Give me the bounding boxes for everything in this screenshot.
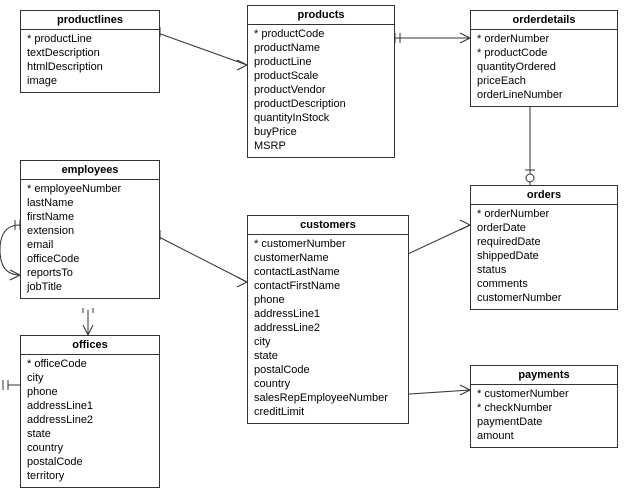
field-customers-contactLastName: contactLastName: [254, 265, 402, 279]
field-employees-employeeNumber: * employeeNumber: [27, 182, 153, 196]
entity-employees-header: employees: [21, 161, 159, 180]
field-offices-addressLine1: addressLine1: [27, 399, 153, 413]
erd-diagram: productlines * productLine textDescripti…: [0, 0, 626, 500]
field-payments-amount: amount: [477, 429, 611, 443]
field-employees-reportsTo: reportsTo: [27, 266, 153, 280]
field-customers-addressLine2: addressLine2: [254, 321, 402, 335]
field-payments-customerNumber: * customerNumber: [477, 387, 611, 401]
field-employees-firstName: firstName: [27, 210, 153, 224]
field-products-productName: productName: [254, 41, 388, 55]
field-offices-postalCode: postalCode: [27, 455, 153, 469]
field-products-productLine: productLine: [254, 55, 388, 69]
field-products-productCode: * productCode: [254, 27, 388, 41]
field-offices-country: country: [27, 441, 153, 455]
field-offices-territory: territory: [27, 469, 153, 483]
field-orderdetails-priceEach: priceEach: [477, 74, 611, 88]
entity-productlines-header: productlines: [21, 11, 159, 30]
entity-payments-body: * customerNumber * checkNumber paymentDa…: [471, 385, 617, 447]
field-orders-customerNumber: customerNumber: [477, 291, 611, 305]
entity-offices-body: * officeCode city phone addressLine1 add…: [21, 355, 159, 487]
entity-productlines-body: * productLine textDescription htmlDescri…: [21, 30, 159, 92]
entity-orders-header: orders: [471, 186, 617, 205]
field-orders-requiredDate: requiredDate: [477, 235, 611, 249]
field-customers-salesRepEmployeeNumber: salesRepEmployeeNumber: [254, 391, 402, 405]
field-employees-lastName: lastName: [27, 196, 153, 210]
field-customers-country: country: [254, 377, 402, 391]
entity-orderdetails: orderdetails * orderNumber * productCode…: [470, 10, 618, 107]
entity-orders: orders * orderNumber orderDate requiredD…: [470, 185, 618, 310]
entity-products-body: * productCode productName productLine pr…: [248, 25, 394, 157]
field-offices-addressLine2: addressLine2: [27, 413, 153, 427]
field-customers-state: state: [254, 349, 402, 363]
field-offices-phone: phone: [27, 385, 153, 399]
field-orders-orderDate: orderDate: [477, 221, 611, 235]
entity-employees-body: * employeeNumber lastName firstName exte…: [21, 180, 159, 298]
field-employees-email: email: [27, 238, 153, 252]
field-employees-officeCode: officeCode: [27, 252, 153, 266]
field-productline-image: image: [27, 74, 153, 88]
field-customers-customerName: customerName: [254, 251, 402, 265]
field-orderdetails-orderLineNumber: orderLineNumber: [477, 88, 611, 102]
field-orders-orderNumber: * orderNumber: [477, 207, 611, 221]
field-orders-status: status: [477, 263, 611, 277]
entity-productlines: productlines * productLine textDescripti…: [20, 10, 160, 93]
field-customers-creditLimit: creditLimit: [254, 405, 402, 419]
entity-products-header: products: [248, 6, 394, 25]
entity-offices: offices * officeCode city phone addressL…: [20, 335, 160, 488]
field-payments-paymentDate: paymentDate: [477, 415, 611, 429]
field-products-quantityInStock: quantityInStock: [254, 111, 388, 125]
field-customers-phone: phone: [254, 293, 402, 307]
entity-products: products * productCode productName produ…: [247, 5, 395, 158]
field-products-productVendor: productVendor: [254, 83, 388, 97]
field-customers-city: city: [254, 335, 402, 349]
field-productline-textDescription: textDescription: [27, 46, 153, 60]
field-productline-productLine: * productLine: [27, 32, 153, 46]
field-employees-extension: extension: [27, 224, 153, 238]
field-orderdetails-productCode: * productCode: [477, 46, 611, 60]
entity-customers-body: * customerNumber customerName contactLas…: [248, 235, 408, 423]
field-payments-checkNumber: * checkNumber: [477, 401, 611, 415]
entity-payments-header: payments: [471, 366, 617, 385]
field-orderdetails-quantityOrdered: quantityOrdered: [477, 60, 611, 74]
field-offices-officeCode: * officeCode: [27, 357, 153, 371]
field-orders-shippedDate: shippedDate: [477, 249, 611, 263]
field-products-productDescription: productDescription: [254, 97, 388, 111]
field-orders-comments: comments: [477, 277, 611, 291]
field-customers-customerNumber: * customerNumber: [254, 237, 402, 251]
entity-employees: employees * employeeNumber lastName firs…: [20, 160, 160, 299]
field-employees-jobTitle: jobTitle: [27, 280, 153, 294]
entity-orders-body: * orderNumber orderDate requiredDate shi…: [471, 205, 617, 309]
field-customers-postalCode: postalCode: [254, 363, 402, 377]
entity-customers-header: customers: [248, 216, 408, 235]
field-offices-city: city: [27, 371, 153, 385]
field-customers-contactFirstName: contactFirstName: [254, 279, 402, 293]
field-products-MSRP: MSRP: [254, 139, 388, 153]
field-products-buyPrice: buyPrice: [254, 125, 388, 139]
field-products-productScale: productScale: [254, 69, 388, 83]
entity-payments: payments * customerNumber * checkNumber …: [470, 365, 618, 448]
entity-offices-header: offices: [21, 336, 159, 355]
entity-orderdetails-body: * orderNumber * productCode quantityOrde…: [471, 30, 617, 106]
field-orderdetails-orderNumber: * orderNumber: [477, 32, 611, 46]
field-productline-htmlDescription: htmlDescription: [27, 60, 153, 74]
entity-customers: customers * customerNumber customerName …: [247, 215, 409, 424]
field-offices-state: state: [27, 427, 153, 441]
entity-orderdetails-header: orderdetails: [471, 11, 617, 30]
field-customers-addressLine1: addressLine1: [254, 307, 402, 321]
